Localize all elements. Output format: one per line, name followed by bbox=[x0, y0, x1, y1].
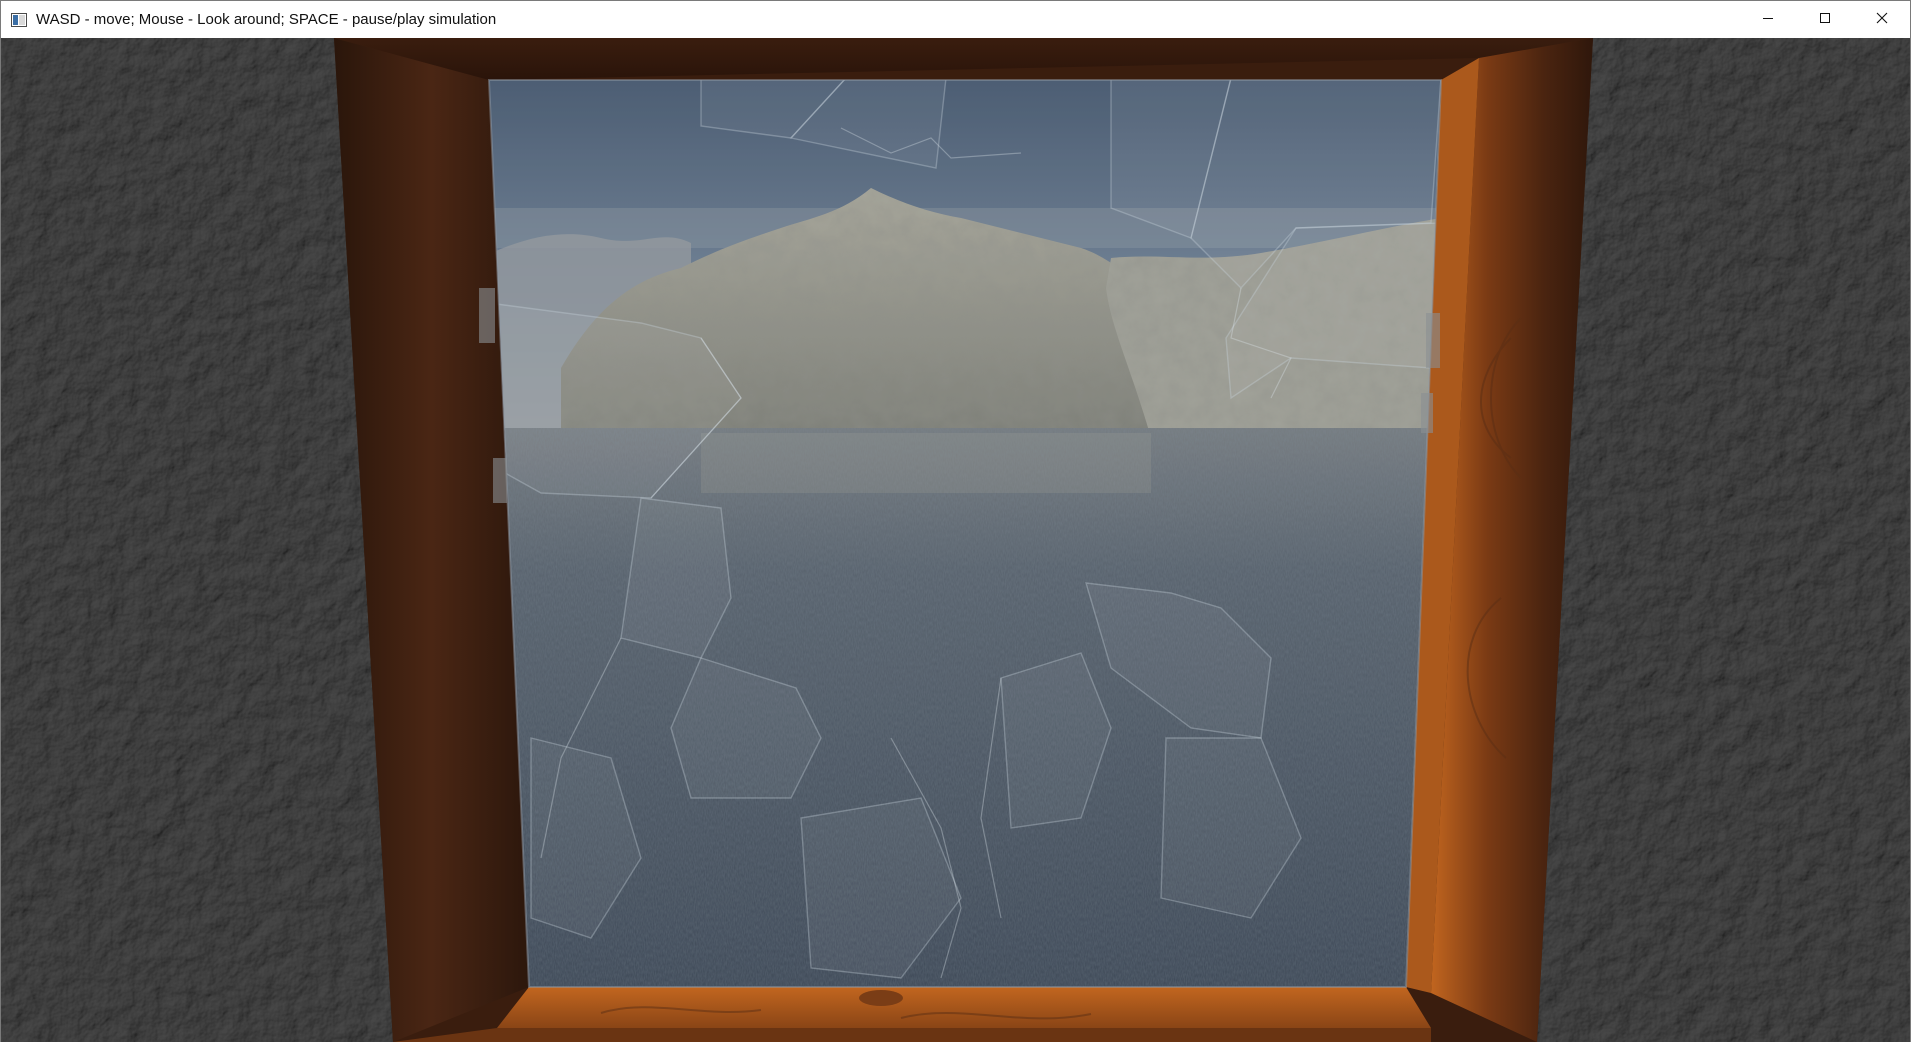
minimize-icon bbox=[1762, 11, 1774, 29]
scene-render bbox=[1, 38, 1910, 1042]
app-window: WASD - move; Mouse - Look around; SPACE … bbox=[0, 0, 1911, 1042]
minimize-button[interactable] bbox=[1739, 1, 1796, 38]
close-icon bbox=[1876, 11, 1888, 29]
3d-viewport[interactable] bbox=[1, 38, 1910, 1042]
app-icon bbox=[11, 12, 27, 27]
close-button[interactable] bbox=[1853, 1, 1910, 38]
maximize-icon bbox=[1819, 11, 1831, 29]
window-view bbox=[489, 80, 1441, 987]
maximize-button[interactable] bbox=[1796, 1, 1853, 38]
title-bar[interactable]: WASD - move; Mouse - Look around; SPACE … bbox=[1, 1, 1910, 38]
window-controls bbox=[1739, 1, 1910, 38]
window-title: WASD - move; Mouse - Look around; SPACE … bbox=[36, 11, 497, 28]
